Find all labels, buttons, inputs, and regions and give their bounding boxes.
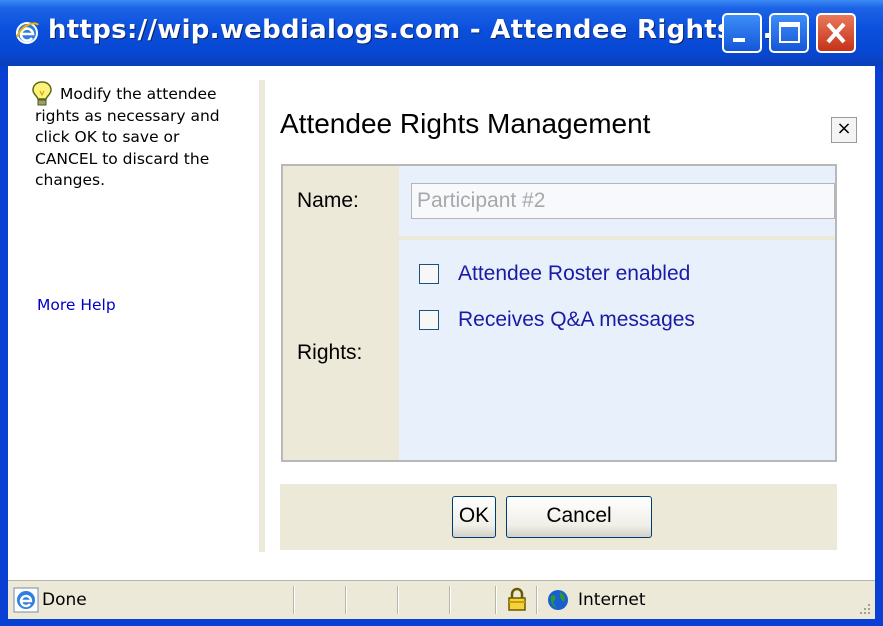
status-separator [345, 586, 347, 614]
rights-field-cell: Attendee Roster enabled Receives Q&A mes… [399, 240, 835, 460]
qa-checkbox[interactable] [419, 310, 439, 330]
ie-icon [16, 22, 39, 44]
name-label: Name: [297, 189, 359, 212]
rights-form: Name: Participant #2 Rights: Attendee Ro… [281, 164, 837, 462]
dialog-button-bar: OK Cancel [280, 484, 837, 550]
page-content: Modify the attendee rights as necessary … [8, 66, 875, 580]
minimize-button[interactable] [722, 13, 762, 53]
title-bar[interactable]: https://wip.webdialogs.com - Attendee Ri… [0, 0, 883, 66]
sidebar-divider [259, 80, 265, 552]
name-field-cell: Participant #2 [399, 166, 835, 236]
status-separator [397, 586, 399, 614]
name-input[interactable]: Participant #2 [411, 183, 835, 219]
rights-option-qa[interactable]: Receives Q&A messages [419, 307, 695, 333]
maximize-icon [779, 22, 800, 43]
status-separator [293, 586, 295, 614]
browser-window: https://wip.webdialogs.com - Attendee Ri… [0, 0, 883, 626]
window-title: https://wip.webdialogs.com - Attendee Ri… [48, 15, 773, 45]
name-label-cell: Name: [283, 166, 395, 236]
roster-checkbox[interactable] [419, 264, 439, 284]
ie-icon [13, 587, 39, 613]
status-separator [495, 586, 497, 614]
qa-checkbox-label[interactable]: Receives Q&A messages [458, 308, 695, 332]
status-separator [449, 586, 451, 614]
attendee-rights-dialog: Attendee Rights Management × Name: Parti… [278, 80, 857, 552]
help-text-first-line: Modify the [60, 85, 142, 103]
dialog-close-button[interactable]: × [831, 117, 857, 143]
help-sidebar: Modify the attendee rights as necessary … [8, 66, 258, 556]
minimize-icon [733, 38, 745, 42]
globe-icon [548, 590, 568, 610]
close-icon [826, 22, 846, 44]
dialog-title: Attendee Rights Management [280, 108, 651, 139]
cancel-button[interactable]: Cancel [506, 496, 652, 538]
rights-label-cell: Rights: [283, 240, 395, 460]
status-bar: Done Internet [8, 580, 875, 619]
maximize-button[interactable] [769, 13, 809, 53]
status-text: Done [42, 590, 87, 610]
rights-label: Rights: [297, 341, 363, 364]
security-zone: Internet [578, 590, 646, 610]
resize-grip-icon[interactable] [857, 601, 871, 615]
rights-option-roster[interactable]: Attendee Roster enabled [419, 261, 690, 287]
ok-button[interactable]: OK [452, 496, 496, 538]
more-help-link[interactable]: More Help [37, 296, 116, 314]
close-window-button[interactable] [816, 13, 856, 53]
lock-icon[interactable] [507, 586, 527, 612]
status-separator [536, 586, 538, 614]
help-text: Modify the attendee rights as necessary … [35, 84, 245, 192]
roster-checkbox-label[interactable]: Attendee Roster enabled [458, 262, 690, 286]
